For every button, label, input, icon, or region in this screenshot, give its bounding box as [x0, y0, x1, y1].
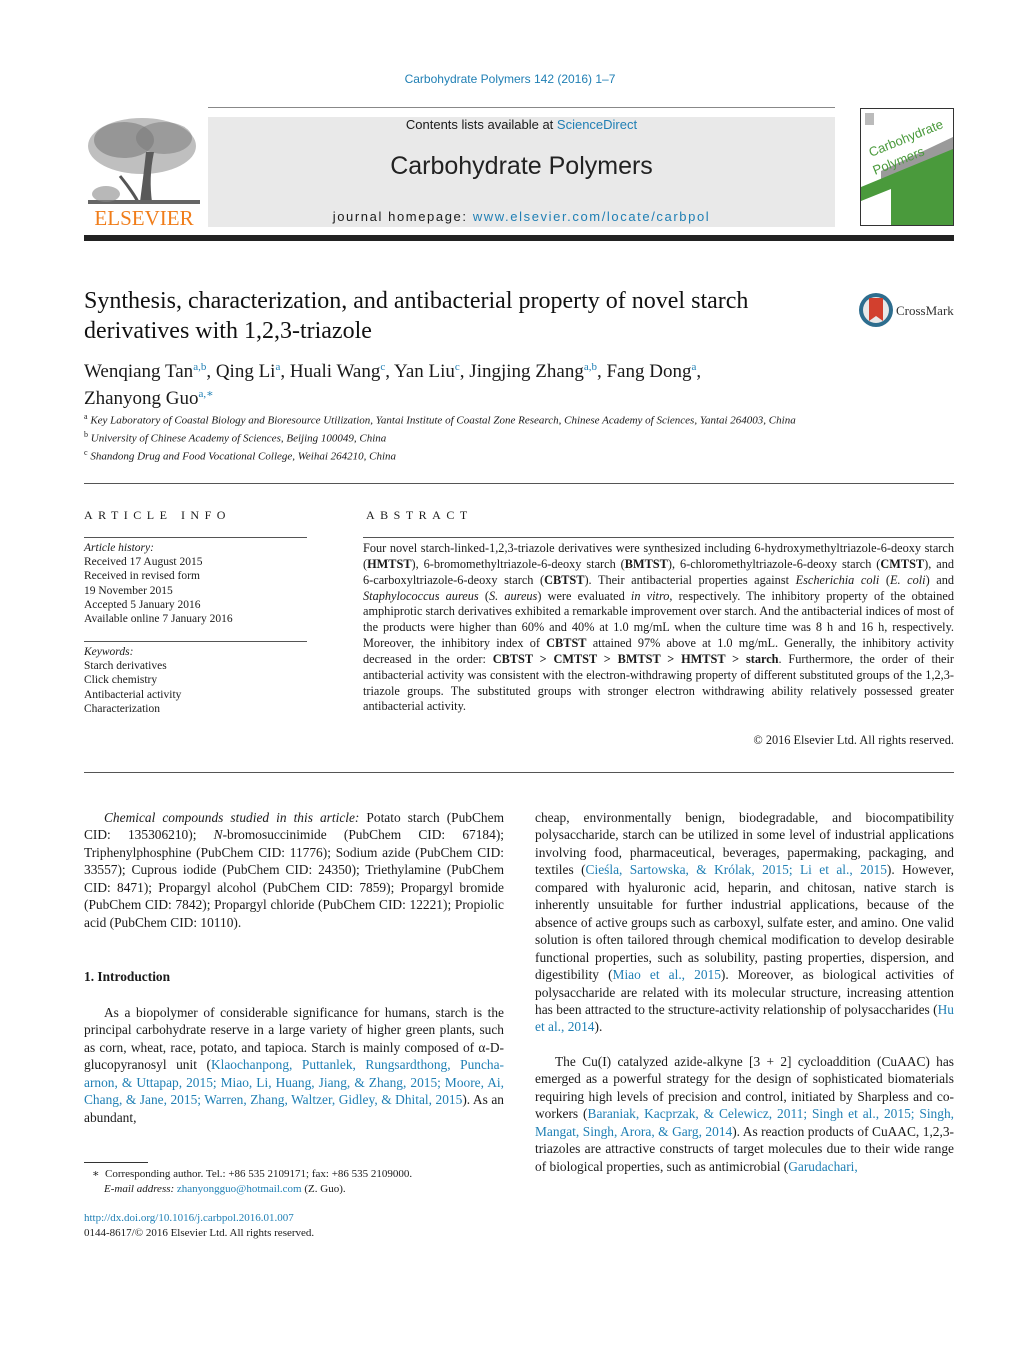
author[interactable]: Huali Wangc — [290, 361, 385, 382]
author[interactable]: Jingjing Zhanga,b — [469, 361, 597, 382]
history-item: Available online 7 January 2016 — [84, 613, 233, 626]
affiliation: a Key Laboratory of Coastal Biology and … — [84, 412, 796, 427]
text-run: N — [213, 827, 223, 843]
footnote-text: Corresponding author. Tel.: +86 535 2109… — [104, 1168, 413, 1180]
citation-link[interactable]: Cieśla, Sartowska, & Królak, 2015; Li et… — [586, 862, 887, 877]
chemical-compounds-paragraph: Chemical compounds studied in this artic… — [84, 809, 504, 931]
text-run: ). — [594, 1019, 603, 1035]
text-run: CBTST > CMTST > BMTST > HMTST > starch — [492, 651, 779, 666]
introduction-paragraph: cheap, environmentally benign, biodegrad… — [535, 809, 954, 1036]
tree-icon — [88, 118, 200, 204]
author-list: Wenqiang Tana,b, Qing Lia, Huali Wangc, … — [84, 361, 702, 409]
journal-cover-thumbnail[interactable]: Carbohydrate Polymers — [860, 108, 954, 226]
text-run: Staphylococcus aureus — [363, 588, 479, 603]
text-run: ). However, compared with hyaluronic aci… — [535, 862, 955, 983]
text-run: S. aureus — [488, 588, 538, 603]
header-bottom-rule — [84, 235, 954, 241]
text-run: ), 6-bromomethyltriazole-6-deoxy starch … — [411, 556, 625, 571]
sciencedirect-link[interactable]: ScienceDirect — [557, 117, 637, 132]
crossmark-icon — [859, 293, 893, 327]
text-run: CBTST — [544, 572, 585, 587]
divider — [84, 483, 954, 484]
author[interactable]: Qing Lia — [216, 361, 281, 382]
abstract-copyright: © 2016 Elsevier Ltd. All rights reserved… — [753, 733, 954, 747]
affiliation: c Shandong Drug and Food Vocational Coll… — [84, 448, 397, 463]
keyword: Click chemistry — [84, 674, 158, 687]
introduction-paragraph: The Cu(I) catalyzed azide-alkyne [3 + 2]… — [535, 1053, 954, 1175]
journal-reference-link[interactable]: Carbohydrate Polymers 142 (2016) 1–7 — [0, 72, 1020, 86]
text-run: in vitro — [630, 588, 670, 603]
text-run: ) were evaluated — [537, 588, 631, 603]
cover-art-icon: Carbohydrate Polymers — [861, 113, 953, 225]
crossmark-label: CrossMark — [896, 303, 954, 318]
keyword: Characterization — [84, 702, 160, 715]
divider — [84, 772, 954, 773]
history-label: Article history: — [84, 542, 154, 554]
article-title: Synthesis, characterization, and antibac… — [84, 288, 749, 344]
keywords-label: Keywords: — [84, 646, 134, 658]
doi-block: http://dx.doi.org/10.1016/j.carbpol.2016… — [84, 1211, 504, 1240]
text-run: E. coli — [889, 572, 926, 587]
text-run: HMTST — [367, 556, 412, 571]
keyword: Antibacterial activity — [84, 688, 182, 701]
text-run: ), 6-chloromethyltriazole-6-deoxy starch… — [667, 556, 881, 571]
journal-homepage-link[interactable]: www.elsevier.com/locate/carbpol — [473, 209, 710, 224]
citation-link[interactable]: Garudachari, — [788, 1159, 858, 1174]
crossmark-button[interactable]: CrossMark — [858, 292, 958, 328]
section-heading-introduction: 1. Introduction — [84, 969, 171, 984]
divider — [84, 641, 307, 642]
abstract-text: Four novel starch-linked-1,2,3-triazole … — [363, 541, 954, 715]
corresponding-author-footnote: ∗ Corresponding author. Tel.: +86 535 21… — [92, 1167, 512, 1196]
text-run: Escherichia coli — [795, 572, 880, 587]
text-run: ( — [879, 572, 890, 587]
author[interactable]: Yan Liuc — [394, 361, 460, 382]
text-run: BMTST — [624, 556, 668, 571]
email-label: E-mail address: — [104, 1182, 175, 1195]
text-run: -bromosuccinimide (PubChem CID: 67184); … — [84, 827, 504, 930]
contents-line: Contents lists available at ScienceDirec… — [208, 117, 835, 132]
header-top-rule — [208, 107, 835, 108]
email-link[interactable]: zhanyongguo@hotmail.com — [177, 1183, 302, 1195]
author[interactable]: Zhanyong Guoa,∗ — [84, 388, 214, 409]
article-info-heading: ARTICLE INFO — [84, 508, 231, 522]
introduction-paragraph: As a biopolymer of considerable signific… — [84, 1004, 504, 1126]
text-run: CMTST — [880, 556, 925, 571]
text-run: ). Their antibacterial properties agains… — [584, 572, 796, 587]
contents-prefix: Contents lists available at — [405, 117, 557, 132]
elsevier-wordmark: ELSEVIER — [94, 206, 194, 230]
text-run: ) and — [925, 572, 954, 587]
keyword: Starch derivatives — [84, 660, 167, 673]
abstract-heading: ABSTRACT — [366, 508, 473, 522]
author[interactable]: Wenqiang Tana,b — [84, 361, 206, 382]
affiliations: a Key Laboratory of Coastal Biology and … — [84, 410, 844, 464]
text-run: CBTST — [546, 636, 587, 651]
article-history: Article history: Received 17 August 2015… — [84, 541, 309, 626]
homepage-prefix: journal homepage: — [332, 209, 473, 224]
email-suffix: (Z. Guo). — [301, 1182, 346, 1195]
keywords: Keywords: Starch derivatives Click chemi… — [84, 645, 309, 716]
history-item: Received 17 August 2015 — [84, 556, 203, 569]
journal-homepage-line: journal homepage: www.elsevier.com/locat… — [208, 209, 835, 224]
footnote-star: ∗ — [92, 1168, 100, 1180]
journal-title: Carbohydrate Polymers — [390, 152, 653, 180]
text-run: ( — [478, 588, 489, 603]
history-item: Received in revised form — [84, 570, 200, 583]
history-item: Accepted 5 January 2016 — [84, 598, 201, 611]
affiliation: b University of Chinese Academy of Scien… — [84, 430, 387, 445]
text-run: Chemical compounds studied in this artic… — [104, 810, 360, 825]
citation-link[interactable]: Miao et al., 2015 — [613, 967, 721, 982]
divider — [84, 537, 307, 538]
history-item: 19 November 2015 — [84, 584, 173, 597]
divider — [363, 537, 954, 538]
footnote-divider — [84, 1162, 148, 1163]
doi-link[interactable]: http://dx.doi.org/10.1016/j.carbpol.2016… — [84, 1211, 504, 1226]
author[interactable]: Fang Donga — [606, 361, 696, 382]
issn-copyright: 0144-8617/© 2016 Elsevier Ltd. All right… — [84, 1226, 315, 1239]
